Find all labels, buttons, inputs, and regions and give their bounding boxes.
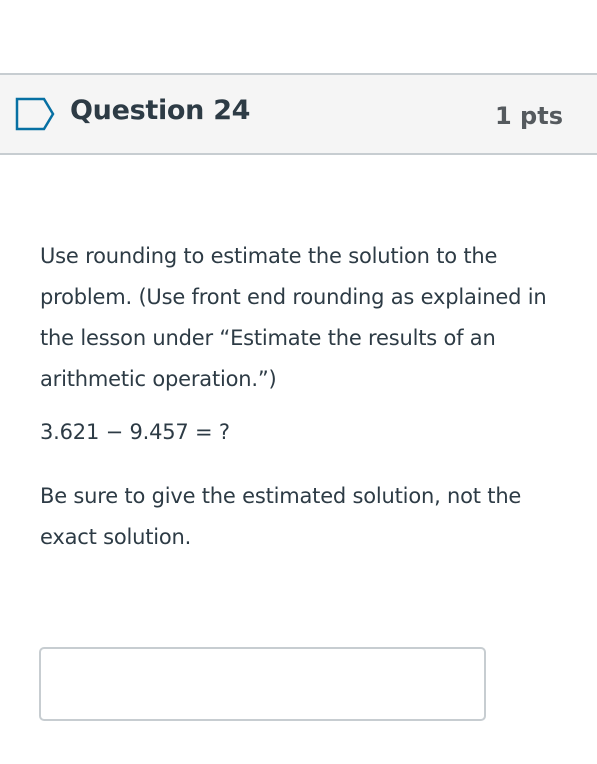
- flag-outline-icon[interactable]: [14, 96, 56, 132]
- question-text: Use rounding to estimate the solution to…: [40, 236, 570, 558]
- question-title: Question 24: [70, 95, 251, 126]
- question-instructions: Use rounding to estimate the solution to…: [40, 244, 547, 391]
- answer-input[interactable]: [39, 647, 486, 721]
- question-points: 1 pts: [495, 102, 563, 130]
- question-header: Question 24 1 pts: [0, 73, 597, 155]
- question-note: Be sure to give the estimated solution, …: [40, 484, 522, 549]
- question-equation: 3.621 − 9.457 = ?: [40, 420, 230, 444]
